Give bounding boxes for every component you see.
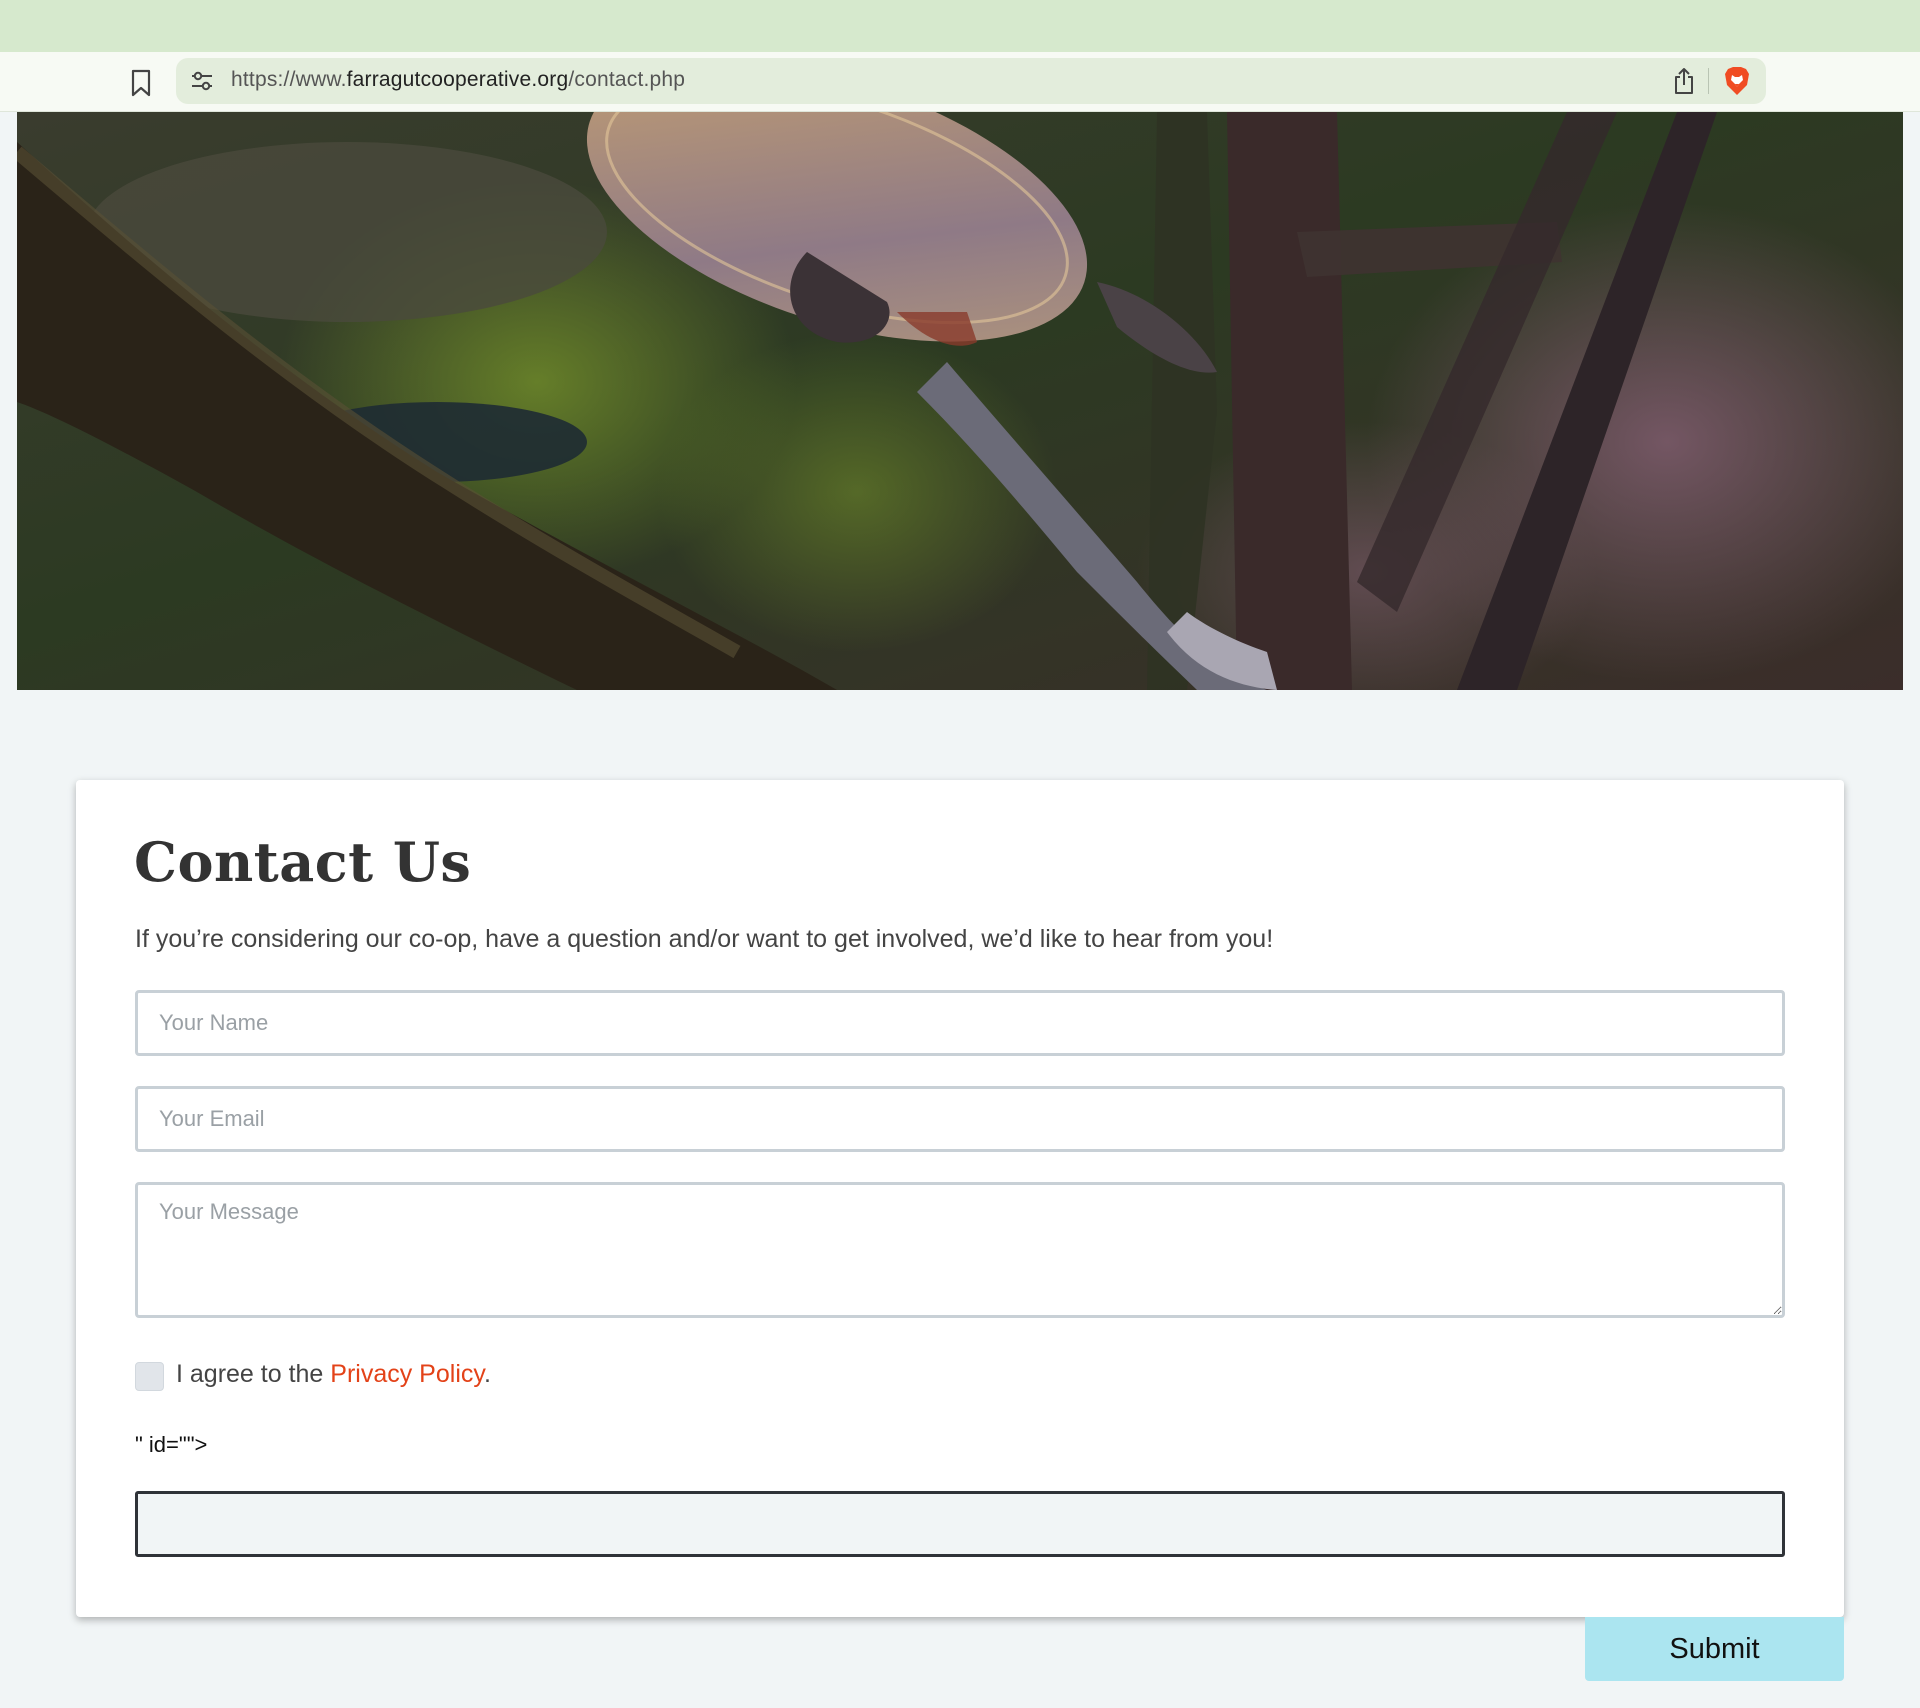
brave-lion-icon[interactable] [1723, 65, 1751, 97]
hero-image [17, 112, 1903, 690]
site-info-icon[interactable] [190, 70, 214, 92]
email-input[interactable] [135, 1086, 1785, 1152]
consent-suffix: . [484, 1360, 491, 1388]
share-icon[interactable] [1672, 66, 1696, 96]
address-bar-divider [1708, 68, 1709, 94]
browser-tab-strip [0, 0, 1920, 52]
url-domain: farragutcooperative.org [346, 68, 569, 91]
extra-input[interactable] [135, 1491, 1785, 1557]
privacy-policy-link[interactable]: Privacy Policy [330, 1360, 484, 1388]
page-title: Contact Us [134, 830, 472, 894]
submit-button[interactable]: Submit [1585, 1617, 1844, 1681]
privacy-consent-label: I agree to the Privacy Policy. [176, 1360, 491, 1389]
url-text[interactable]: https://www.farragutcooperative.org/cont… [231, 68, 685, 92]
bookmark-icon[interactable] [128, 68, 154, 98]
url-prefix: https://www. [231, 68, 347, 91]
contact-intro: If you’re considering our co-op, have a … [135, 925, 1274, 953]
consent-prefix: I agree to the [176, 1360, 331, 1388]
message-textarea[interactable] [135, 1182, 1785, 1318]
name-input[interactable] [135, 990, 1785, 1056]
url-path: /contact.php [568, 68, 686, 91]
privacy-consent-checkbox[interactable] [135, 1362, 164, 1391]
stray-markup-text: " id=""> [135, 1432, 208, 1457]
